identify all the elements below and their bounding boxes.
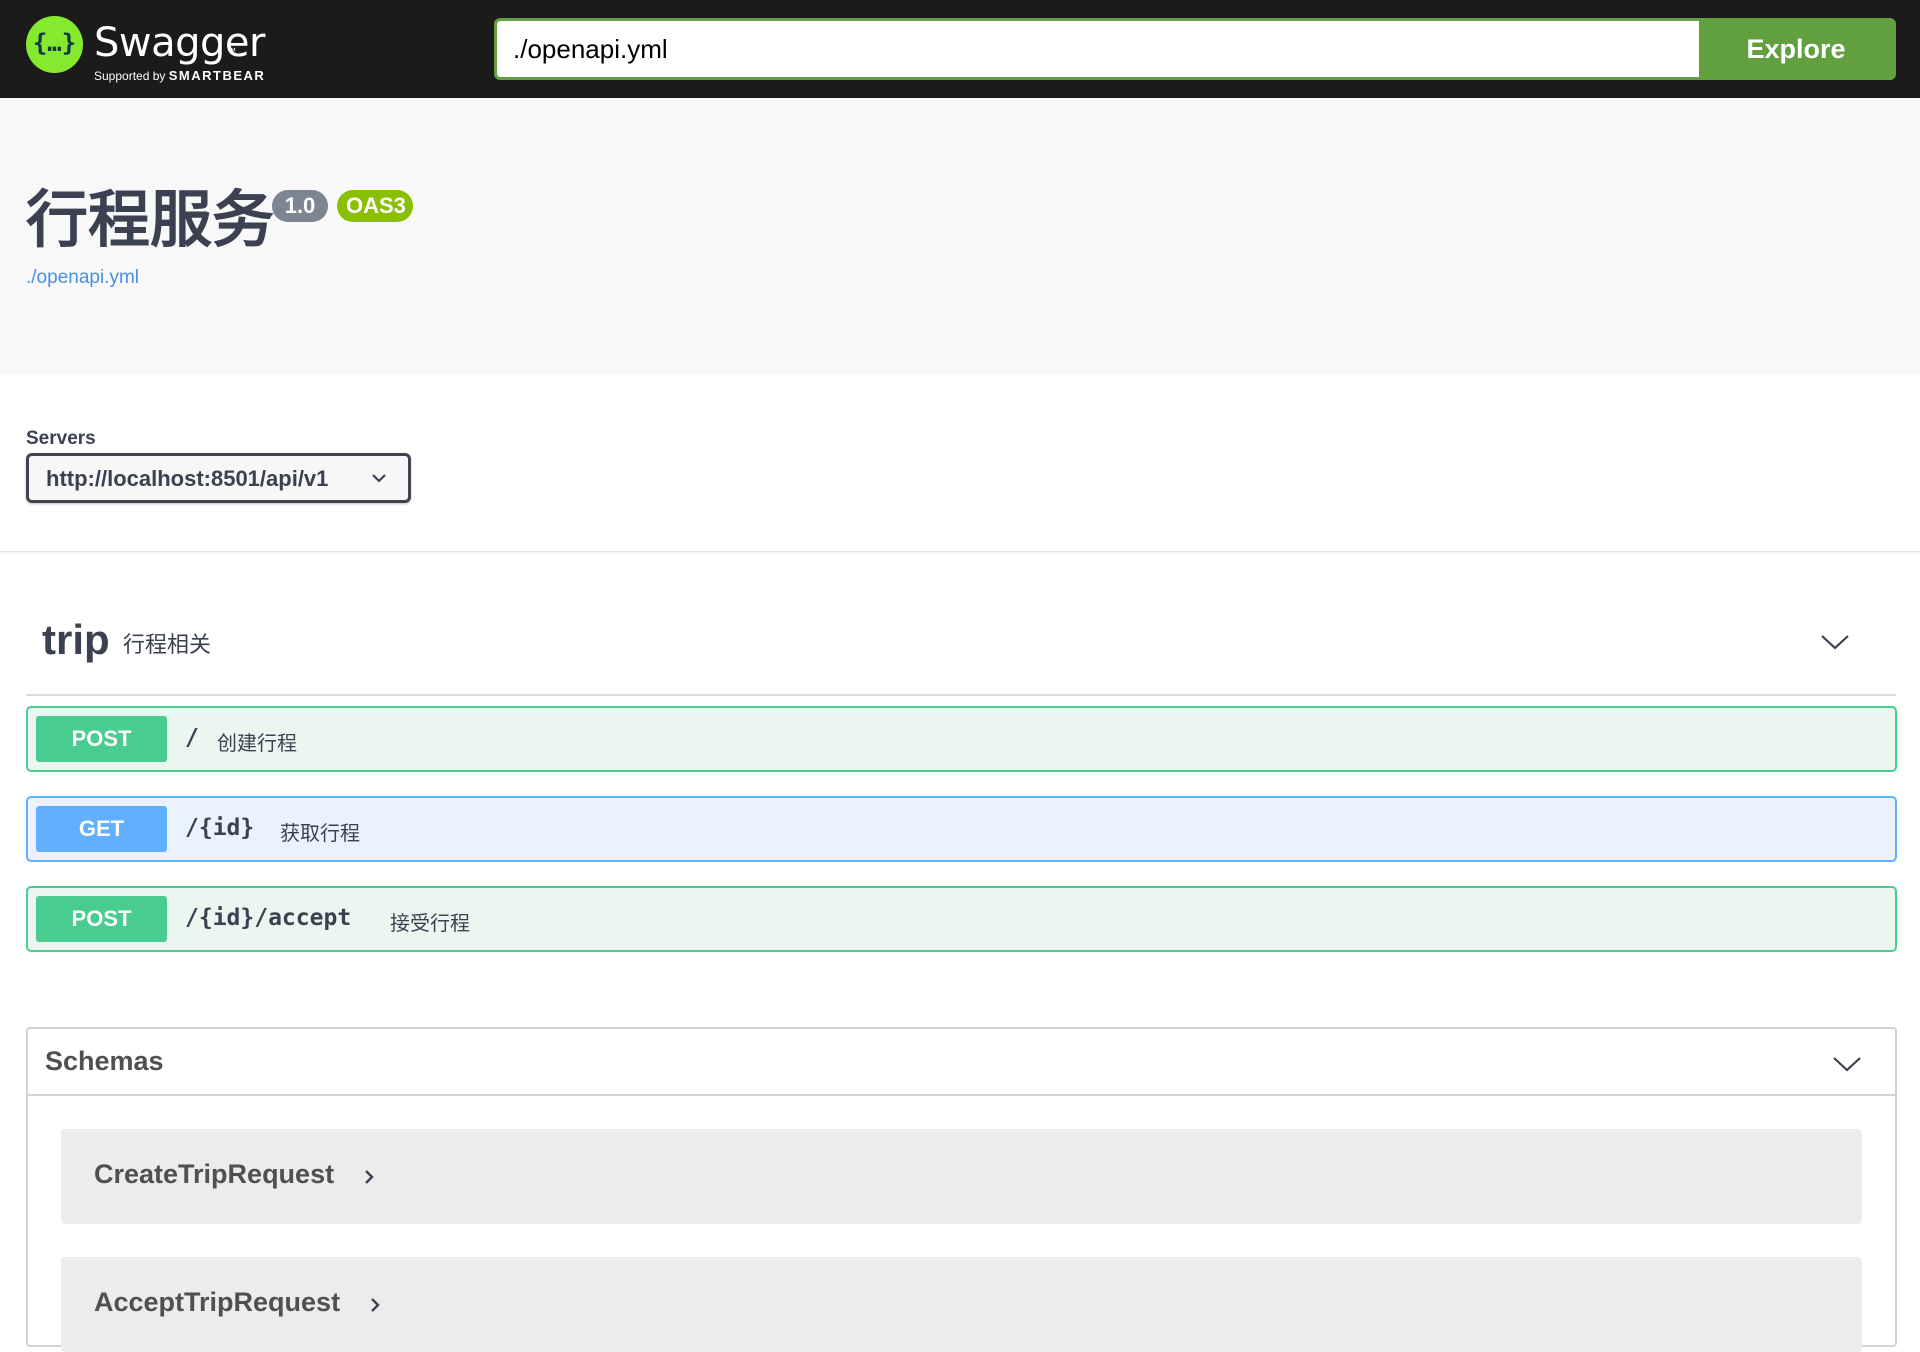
section-divider (0, 551, 1920, 552)
method-badge: POST (36, 896, 167, 942)
schemas-title: Schemas (45, 1046, 164, 1076)
chevron-down-icon[interactable] (1820, 632, 1850, 652)
tag-name: trip (42, 616, 110, 663)
method-badge: GET (36, 806, 167, 852)
operation-summary: 接受行程 (390, 913, 470, 935)
topbar: {…} Swagger ™ Supported by SMARTBEAR Exp… (0, 0, 1920, 98)
brand-trademark: ™ (227, 46, 236, 56)
schemas-header[interactable]: Schemas (28, 1029, 1895, 1096)
chevron-down-icon (372, 474, 386, 483)
model-name: AcceptTripRequest (94, 1287, 341, 1317)
servers-label: Servers (26, 428, 96, 449)
operation-summary: 获取行程 (280, 823, 360, 845)
schemas-section: Schemas CreateTripRequest AcceptTripRequ… (26, 1027, 1897, 1352)
operation-post-accept[interactable]: POST /{id}/accept 接受行程 (26, 886, 1897, 952)
chevron-right-icon (365, 1170, 374, 1184)
spec-url-link[interactable]: ./openapi.yml (26, 267, 139, 289)
method-badge: POST (36, 716, 167, 762)
server-selected-value: http://localhost:8501/api/v1 (46, 466, 329, 491)
chevron-right-icon (371, 1298, 380, 1312)
operation-path: / (185, 725, 199, 751)
version-badge: 1.0 (272, 190, 328, 222)
oas-badge: OAS3 (337, 190, 413, 222)
operation-get-id[interactable]: GET /{id} 获取行程 (26, 796, 1897, 862)
tag-header-trip[interactable]: trip 行程相关 (26, 610, 1896, 696)
operation-summary: 创建行程 (217, 733, 297, 755)
explore-button[interactable]: Explore (1699, 21, 1893, 77)
model-accept-trip-request[interactable]: AcceptTripRequest (61, 1257, 1862, 1352)
swagger-logo-icon[interactable]: {…} (26, 16, 83, 73)
url-form: Explore (494, 18, 1896, 80)
tag-description: 行程相关 (123, 632, 212, 657)
chevron-down-icon[interactable] (1832, 1054, 1862, 1074)
model-name: CreateTripRequest (94, 1159, 335, 1189)
company-name: SMARTBEAR (168, 68, 266, 83)
brand-supported-by: Supported by SMARTBEAR (94, 68, 265, 83)
page-title: 行程服务 (26, 186, 275, 255)
operation-path: /{id} (185, 815, 255, 841)
supported-by-text: Supported by (94, 69, 166, 83)
brand-name[interactable]: Swagger (94, 20, 265, 66)
operation-post-root[interactable]: POST / 创建行程 (26, 706, 1897, 772)
logo-glyph: {…} (32, 29, 77, 57)
server-select[interactable]: http://localhost:8501/api/v1 (26, 453, 411, 503)
operation-path: /{id}/accept (185, 905, 352, 931)
spec-url-input[interactable] (497, 21, 1699, 77)
model-create-trip-request[interactable]: CreateTripRequest (61, 1129, 1862, 1224)
info-section: 行程服务 1.0 OAS3 ./openapi.yml (0, 98, 1920, 375)
